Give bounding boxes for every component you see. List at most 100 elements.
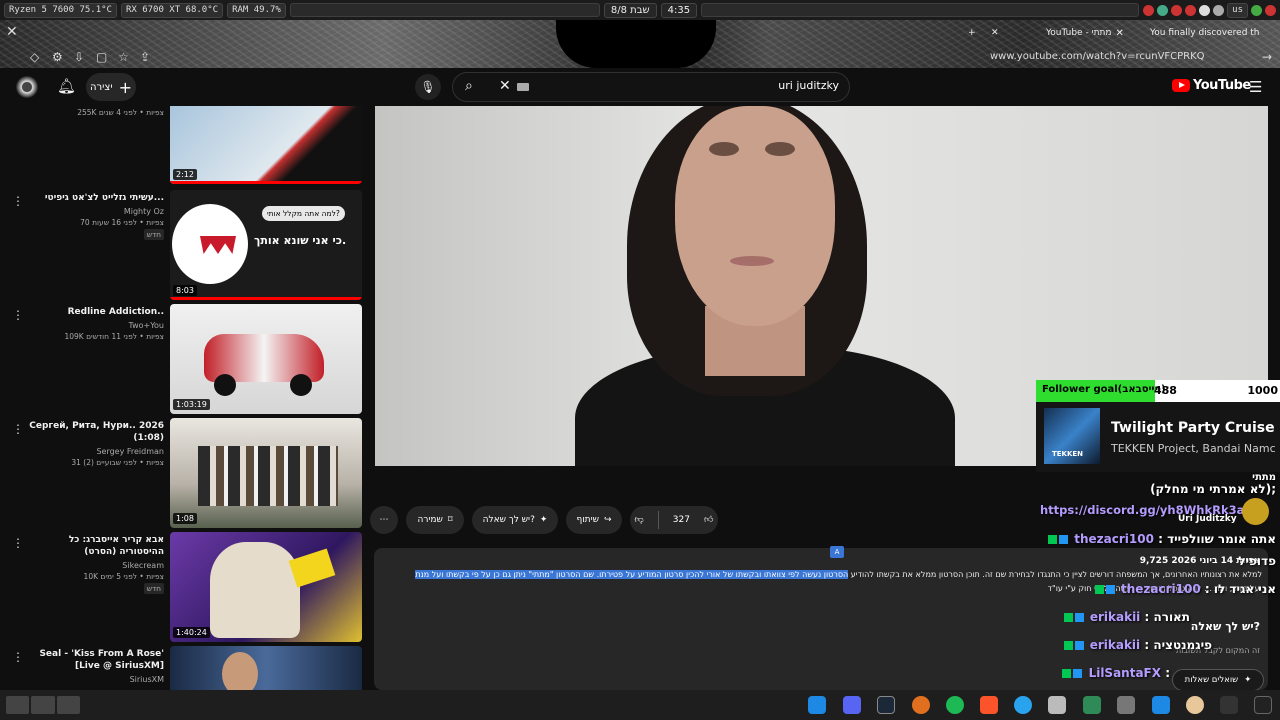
clear-icon[interactable]: ✕: [499, 78, 511, 94]
store-icon[interactable]: [1152, 696, 1170, 714]
search-input[interactable]: [579, 79, 839, 92]
tab-other[interactable]: You finally discovered th: [1144, 23, 1266, 43]
video-thumbnail[interactable]: 1:03:19: [170, 304, 362, 414]
channel-name[interactable]: Mighty Oz: [24, 207, 164, 216]
video-title[interactable]: Сергей, Рита, Нури.. 2026 (1:08): [24, 420, 164, 444]
browser-icon[interactable]: [1014, 696, 1032, 714]
tray-icon[interactable]: [1213, 4, 1225, 16]
app-icon[interactable]: [912, 696, 930, 714]
translate-icon[interactable]: A: [830, 546, 844, 558]
channel-name[interactable]: SiriusXM: [24, 675, 164, 684]
like-icon[interactable]: 👍︎: [704, 515, 713, 525]
ask-button[interactable]: יש לך שאלה? ✦: [472, 506, 558, 534]
tray-icon[interactable]: [1171, 4, 1183, 16]
chat-username[interactable]: erikakii: [1090, 610, 1140, 624]
create-button[interactable]: יצירה +: [86, 73, 136, 101]
steam-icon[interactable]: [877, 696, 895, 714]
dislike-icon[interactable]: 👎︎: [635, 515, 644, 525]
search-icon[interactable]: ⌕: [465, 78, 473, 94]
tray-icon[interactable]: [1199, 4, 1211, 16]
app-icon[interactable]: [1186, 696, 1204, 714]
singer-graphic: [222, 652, 258, 690]
extensions-icon[interactable]: ⚙: [52, 50, 63, 64]
notifications-icon[interactable]: 🔔︎: [57, 77, 76, 95]
address-bar[interactable]: www.youtube.com/watch?v=rcunVFCPRKQ: [990, 51, 1205, 62]
tray-icon[interactable]: [1265, 4, 1276, 16]
workspace-item[interactable]: [56, 696, 80, 714]
channel-name[interactable]: Uri Juditzky: [1178, 514, 1237, 524]
workspace-item[interactable]: [6, 696, 30, 714]
new-tab-button[interactable]: +: [962, 23, 982, 43]
more-options-icon[interactable]: ⋮: [12, 536, 24, 550]
app-icon[interactable]: [1048, 696, 1066, 714]
workspace-switcher[interactable]: [6, 696, 80, 714]
video-title[interactable]: Redline Addiction..: [24, 306, 164, 318]
tab-youtube[interactable]: YouTube - מתתי ✕: [1040, 23, 1130, 43]
layers-icon[interactable]: [1083, 696, 1101, 714]
discord-icon[interactable]: [843, 696, 861, 714]
channel-name[interactable]: Sergey Freidman: [24, 447, 164, 456]
avatar[interactable]: [16, 76, 38, 98]
spotify-icon[interactable]: [946, 696, 964, 714]
tab-close-icon[interactable]: ✕: [1116, 28, 1124, 39]
microphone-icon[interactable]: 🎙︎: [415, 74, 441, 100]
video-thumbnail[interactable]: 1:40:24: [170, 532, 362, 642]
files-icon[interactable]: [1117, 696, 1135, 714]
video-title[interactable]: אבא קריר אייסברג: כל ההיסטוריה (הסרט): [24, 534, 164, 558]
chat-username[interactable]: LilSantaFX: [1089, 666, 1161, 680]
tab-close-icon[interactable]: ✕: [985, 23, 1005, 43]
tray-icon[interactable]: [1251, 4, 1262, 16]
download-icon[interactable]: ⇩: [74, 50, 84, 64]
tray-icon[interactable]: [1157, 4, 1169, 16]
video-thumbnail[interactable]: 1:08: [170, 418, 362, 528]
tray-icon[interactable]: [1185, 4, 1197, 16]
list-item[interactable]: ⋮ Redline Addiction.. Two+You 109K צפיות…: [0, 304, 370, 414]
save-button[interactable]: שמירה ⌑: [406, 506, 464, 534]
channel-name[interactable]: Two+You: [24, 321, 165, 330]
tab-icon[interactable]: ▢: [96, 50, 107, 64]
follower-goal-target: 1000: [1247, 384, 1278, 397]
share-button[interactable]: שיתוף ↪: [566, 506, 622, 534]
forward-icon[interactable]: →: [1262, 50, 1272, 64]
share-icon[interactable]: ⇪: [140, 50, 150, 64]
brave-icon[interactable]: [980, 696, 998, 714]
chat-username[interactable]: thezacri100: [1121, 582, 1201, 596]
list-item[interactable]: 255K צפיות • לפני 4 שנים 2:12: [0, 106, 370, 186]
list-item[interactable]: ⋮ עשיתי גזלייט לצ'אט גיפיטי... Mighty Oz…: [0, 190, 370, 300]
chat-username[interactable]: erikakii: [1090, 638, 1140, 652]
video-thumbnail[interactable]: למה אתה מקלל אותי? כי אני שונא אותך. 8:0…: [170, 190, 362, 300]
more-options-icon[interactable]: ⋮: [12, 194, 24, 208]
search-box[interactable]: ⌕ ✕: [452, 72, 850, 102]
badge-icon: [1063, 641, 1073, 650]
more-actions-button[interactable]: ⋯: [370, 506, 398, 534]
bookmark-icon[interactable]: ☆: [118, 50, 129, 64]
video-title[interactable]: עשיתי גזלייט לצ'אט גיפיטי...: [24, 192, 164, 204]
list-item[interactable]: ⋮ Seal - 'Kiss From A Rose' [Live @ Siri…: [0, 646, 370, 690]
more-options-icon[interactable]: ⋮: [12, 422, 24, 436]
keyboard-icon[interactable]: [517, 83, 529, 91]
youtube-logo[interactable]: YouTube: [1172, 78, 1251, 93]
video-thumbnail[interactable]: [170, 646, 362, 690]
workspace-item[interactable]: [31, 696, 55, 714]
channel-avatar[interactable]: [1242, 498, 1269, 525]
app-icon[interactable]: [1254, 696, 1272, 714]
tray-icon[interactable]: [1143, 4, 1155, 16]
list-item[interactable]: ⋮ אבא קריר אייסברג: כל ההיסטוריה (הסרט) …: [0, 532, 370, 642]
system-tray[interactable]: us: [1143, 2, 1276, 18]
chat-message: (לא אמרתי מי מחלק);: [1150, 482, 1276, 496]
video-thumbnail[interactable]: 2:12: [170, 106, 362, 184]
tab-label: You finally discovered th: [1150, 28, 1260, 38]
more-options-icon[interactable]: ⋮: [12, 650, 24, 664]
chat-username[interactable]: thezacri100: [1074, 532, 1154, 546]
ask-questions-button[interactable]: שואלים שאלות ✦: [1172, 669, 1264, 691]
windows-icon[interactable]: [808, 696, 826, 714]
app-icon[interactable]: [1220, 696, 1238, 714]
back-icon[interactable]: ◇: [30, 50, 39, 64]
list-item[interactable]: ⋮ Сергей, Рита, Нури.. 2026 (1:08) Serge…: [0, 418, 370, 528]
channel-name[interactable]: Sikecream: [24, 561, 164, 570]
more-options-icon[interactable]: ⋮: [12, 308, 24, 322]
video-title[interactable]: Seal - 'Kiss From A Rose' [Live @ Sirius…: [24, 648, 164, 672]
keyboard-layout[interactable]: us: [1227, 2, 1248, 18]
menu-icon[interactable]: ☰: [1249, 78, 1262, 96]
close-window-icon[interactable]: ✕: [6, 24, 18, 40]
